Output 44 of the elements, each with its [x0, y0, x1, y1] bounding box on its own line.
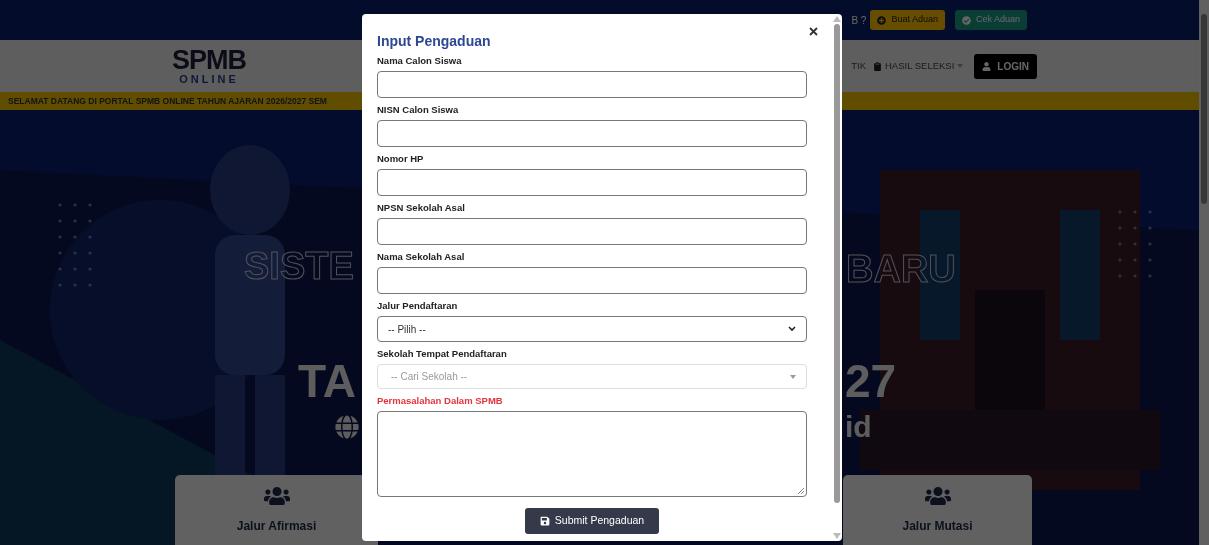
logo: SPMB ONLINE — [172, 47, 246, 85]
field-label: NISN Calon Siswa — [377, 104, 460, 116]
clipboard-icon — [872, 61, 882, 71]
question-text: B ? — [851, 13, 867, 28]
textarea-field[interactable] — [377, 411, 807, 497]
caret-down-icon — [790, 374, 796, 379]
caret-down-icon — [957, 64, 964, 68]
field-label: NPSN Sekolah Asal — [377, 202, 466, 214]
close-icon[interactable] — [809, 27, 818, 36]
login-button[interactable]: LOGIN — [974, 53, 1037, 79]
card-title: Jalur Afirmasi — [236, 518, 317, 535]
text-field[interactable] — [377, 120, 807, 147]
chevron-down-icon — [788, 326, 796, 332]
marquee-text: SELAMAT DATANG DI PORTAL SPMB ONLINE TAHUN AJARAN 2026/2027 SEM — [8, 94, 327, 108]
field-label: Permasalahan Dalam SPMB — [377, 395, 504, 407]
search-select-field[interactable]: -- Cari Sekolah -- — [377, 364, 807, 389]
text-field[interactable] — [377, 267, 807, 294]
hero-title: SISTE — [244, 247, 354, 285]
hero-title: BARU — [846, 250, 956, 288]
jalur-card[interactable]: Jalur Mutasi — [843, 475, 1032, 545]
text-field[interactable] — [377, 71, 807, 98]
aduan-button[interactable]: Cek Aduan — [954, 10, 1027, 30]
aduan-button[interactable]: Buat Aduan — [870, 10, 945, 30]
modal-title: Input Pengaduan — [377, 32, 491, 51]
card-title: Jalur Mutasi — [902, 518, 973, 535]
hero-site: id — [845, 412, 872, 442]
globe-icon — [335, 415, 359, 439]
field-label: Nama Calon Siswa — [377, 55, 463, 67]
hero-year: TA — [298, 358, 356, 404]
field-label: Jalur Pendaftaran — [377, 300, 459, 312]
text-field[interactable] — [377, 169, 807, 196]
user-icon — [982, 61, 992, 71]
nav-link[interactable]: TIK — [851, 58, 866, 74]
resize-handle-icon — [797, 487, 804, 494]
nav-link[interactable]: HASIL SELEKSI — [872, 58, 964, 74]
hero-year: 27 — [845, 358, 897, 404]
save-icon — [539, 516, 550, 526]
field-label: Nomor HP — [377, 153, 425, 165]
field-label: Nama Sekolah Asal — [377, 251, 466, 263]
jalur-card[interactable]: Jalur Afirmasi — [175, 475, 378, 545]
text-field[interactable] — [377, 218, 807, 245]
field-label: Sekolah Tempat Pendaftaran — [377, 348, 508, 360]
submit-button[interactable]: Submit Pengaduan — [524, 508, 660, 534]
dropdown-field[interactable]: -- Pilih -- — [377, 316, 807, 342]
